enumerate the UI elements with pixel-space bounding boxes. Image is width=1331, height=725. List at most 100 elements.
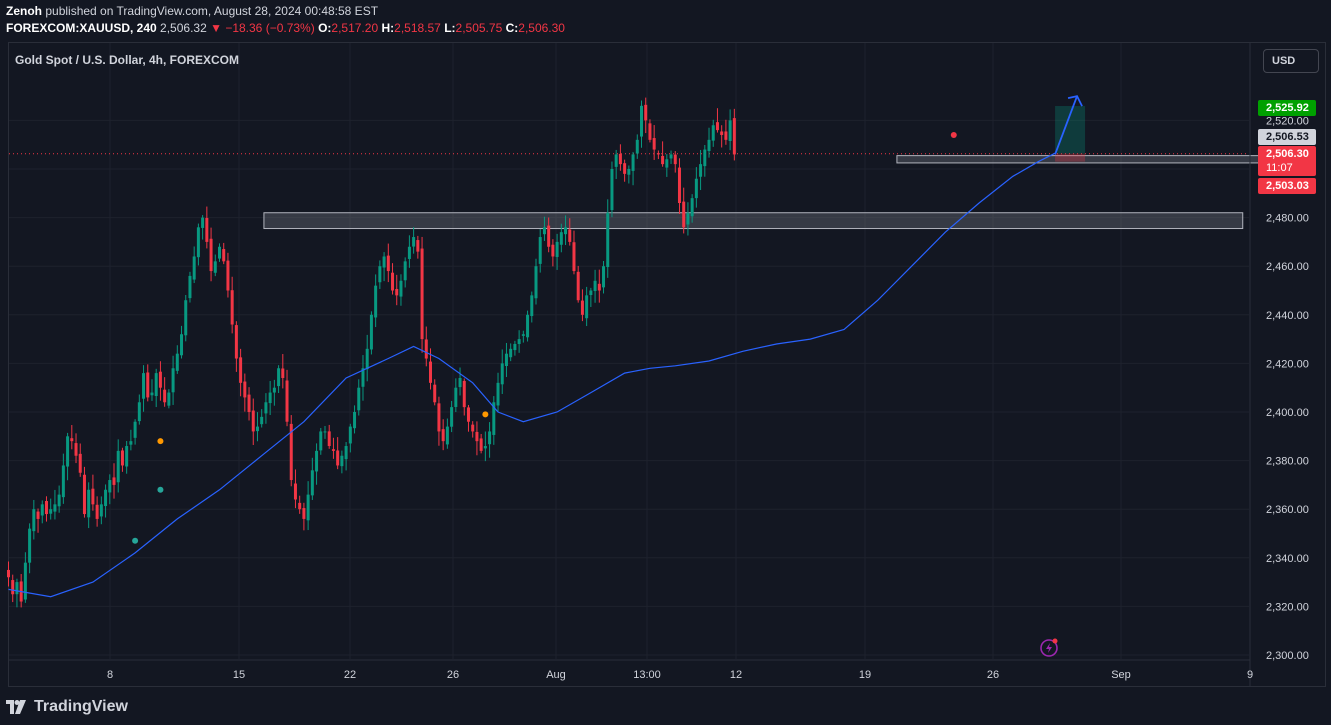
candle-body — [424, 339, 428, 359]
candle-body — [74, 443, 78, 456]
footer-brand[interactable]: TradingView — [34, 698, 128, 716]
candle-body — [95, 504, 99, 519]
candle-body — [699, 164, 703, 177]
candle-body — [732, 118, 736, 155]
price-tick-label: 2,400.00 — [1266, 407, 1309, 419]
candle-body — [365, 348, 369, 370]
candle-body — [78, 453, 82, 473]
candle-body — [319, 431, 323, 451]
currency-button[interactable]: USD — [1263, 49, 1319, 73]
tradingview-logo-icon — [6, 700, 26, 714]
candle-body — [391, 272, 395, 291]
candle-body — [91, 488, 95, 505]
time-tick-label: 12 — [730, 669, 742, 681]
price-tick-label: 2,440.00 — [1266, 310, 1309, 322]
candle-body — [158, 371, 162, 388]
price-axis: 2,300.00 2,320.00 2,340.00 2,360.00 2,380.00… — [1266, 115, 1309, 662]
candle-body — [230, 290, 234, 325]
candle-body — [281, 368, 285, 378]
candle-body — [264, 402, 268, 414]
candle-body — [635, 139, 639, 154]
candle-body — [133, 421, 137, 438]
candle-body — [475, 431, 479, 442]
candle-body — [87, 489, 91, 518]
candle-body — [458, 377, 462, 388]
candle-body — [618, 153, 622, 165]
candle-body — [348, 426, 352, 444]
candle-body — [125, 446, 129, 467]
candle-body — [466, 407, 470, 422]
candle-body — [665, 159, 669, 168]
candle-body — [711, 125, 715, 141]
candle-body — [483, 446, 487, 449]
candle-body — [656, 153, 660, 155]
candle-body — [547, 225, 551, 247]
candle-body — [724, 131, 728, 140]
candle-body — [673, 154, 677, 165]
candle-body — [623, 163, 627, 174]
candle-body — [163, 389, 167, 403]
candle-body — [251, 410, 255, 432]
signal-dot — [157, 486, 164, 493]
candle-body — [686, 212, 690, 225]
candle-body — [315, 450, 319, 472]
candle-body — [627, 169, 631, 175]
candle-body — [255, 426, 259, 432]
candle-body — [703, 149, 707, 167]
signals — [132, 131, 957, 544]
upper-zone — [896, 155, 1282, 164]
time-tick-label: 15 — [233, 669, 245, 681]
candle-body — [57, 494, 61, 507]
candle-body — [631, 154, 635, 171]
candle-body — [188, 275, 192, 299]
candle-body — [192, 256, 196, 280]
candle-body — [576, 271, 580, 301]
candle-body — [420, 248, 424, 340]
candle-body — [218, 246, 221, 259]
candle-body — [378, 266, 382, 283]
candle-body — [239, 357, 243, 383]
candle-body — [272, 387, 276, 393]
candle-body — [167, 392, 171, 406]
price-tick-label: 2,520.00 — [1266, 115, 1309, 127]
candle-body — [542, 227, 546, 235]
candle-body — [184, 300, 188, 336]
candle-body — [32, 509, 36, 532]
price-chart[interactable]: 2,300.00 2,320.00 2,340.00 2,360.00 2,380.00… — [0, 0, 1331, 725]
candle-body — [150, 392, 154, 396]
candle-body — [416, 240, 420, 252]
candles — [7, 97, 736, 608]
candle-body — [614, 154, 618, 167]
time-axis: 8 15 22 26 Aug 13:00 12 19 26 Sep 9 — [107, 669, 1253, 681]
candle-body — [99, 504, 103, 517]
candle-body — [513, 343, 517, 351]
candle-body — [728, 120, 732, 141]
time-tick-label: 26 — [987, 669, 999, 681]
candle-body — [707, 139, 711, 152]
candle-body — [70, 438, 74, 442]
candle-body — [340, 455, 344, 467]
time-tick-label: 26 — [447, 669, 459, 681]
candle-body — [154, 373, 158, 397]
candle-body — [690, 198, 694, 217]
candle-body — [661, 155, 665, 165]
last-price-value: 2,506.30 — [1266, 148, 1309, 160]
candle-body — [209, 238, 213, 272]
lower-zone — [263, 212, 1244, 230]
candle-body — [500, 363, 504, 385]
candle-body — [61, 465, 65, 498]
candle-body — [555, 241, 559, 257]
candle-body — [7, 569, 10, 578]
candle-body — [201, 217, 205, 228]
candle-body — [171, 368, 175, 393]
candle-body — [260, 416, 264, 425]
candle-body — [234, 325, 238, 359]
candle-body — [720, 131, 724, 135]
candle-body — [180, 334, 184, 356]
price-tick-label: 2,460.00 — [1266, 261, 1309, 273]
time-tick-label: 19 — [859, 669, 871, 681]
candle-body — [454, 387, 458, 407]
candle-body — [374, 285, 378, 318]
candle-body — [23, 562, 27, 600]
candle-body — [82, 474, 86, 515]
